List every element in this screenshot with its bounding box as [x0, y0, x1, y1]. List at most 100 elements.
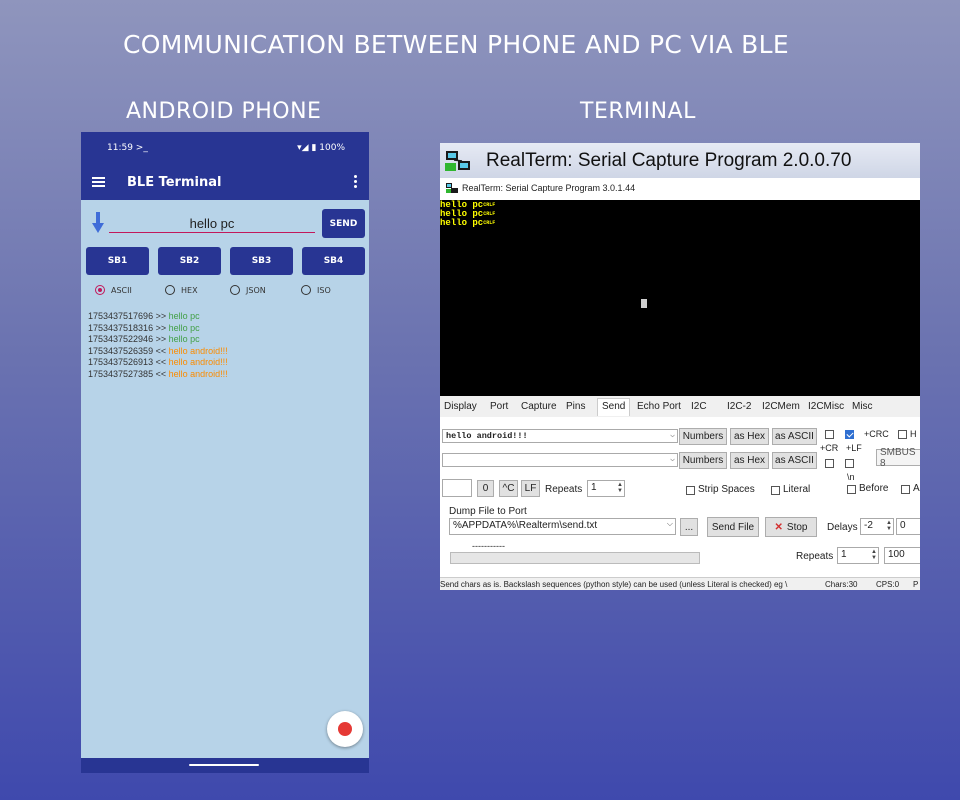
radio-hex[interactable]: HEX: [165, 284, 198, 296]
tab-i2c-2[interactable]: I2C-2: [727, 401, 751, 412]
log-line: 1753437517696 >> hello pc: [88, 311, 200, 321]
log-line: 1753437526913 << hello android!!!: [88, 357, 228, 367]
delays-label: Delays: [827, 522, 858, 533]
tab-pins[interactable]: Pins: [566, 401, 585, 412]
terminal-caption: TERMINAL: [580, 99, 696, 124]
literal-checkbox[interactable]: [771, 486, 780, 495]
tab-i2cmisc[interactable]: I2CMisc: [808, 401, 844, 412]
plus-cr-checkbox[interactable]: [825, 430, 834, 439]
radio-ascii-label: ASCII: [111, 285, 132, 295]
arrow-down-icon[interactable]: [91, 212, 105, 234]
chevron-down-icon[interactable]: ⌵: [670, 430, 675, 440]
radio-hex-label: HEX: [181, 285, 198, 295]
terminal-cursor: [641, 299, 647, 308]
terminal-display[interactable]: hello pcCRLF hello pcCRLF hello pcCRLF: [440, 200, 920, 396]
tab-misc[interactable]: Misc: [852, 401, 873, 412]
status-bar: Send chars as is. Backslash sequences (p…: [440, 577, 920, 590]
plus-cr-checkbox-2[interactable]: [825, 459, 834, 468]
lf-button[interactable]: LF: [521, 480, 540, 497]
h-checkbox[interactable]: [898, 430, 907, 439]
send-button[interactable]: SEND: [322, 209, 365, 238]
literal-label: Literal: [783, 484, 811, 495]
tab-capture[interactable]: Capture: [521, 401, 557, 412]
radio-ascii-indicator: [95, 285, 105, 295]
stop-button[interactable]: ✕ Stop: [765, 517, 817, 537]
app-title: BLE Terminal: [127, 175, 222, 190]
send-as-ascii-button-1[interactable]: as ASCII: [772, 428, 817, 445]
menu-icon[interactable]: [92, 177, 105, 187]
char-input[interactable]: [442, 479, 472, 497]
plus-lf-checkbox[interactable]: [845, 430, 854, 439]
log-line: 1753437518316 >> hello pc: [88, 322, 200, 333]
ctrl-c-button[interactable]: ^C: [499, 480, 518, 497]
repeats-spinner-2[interactable]: 1 ▲ ▼: [837, 547, 879, 564]
sb3-button[interactable]: SB3: [230, 247, 293, 275]
repeats-count-field[interactable]: 100: [884, 547, 920, 564]
send-input-2[interactable]: ⌵: [442, 453, 678, 467]
repeats-spinner[interactable]: 1 ▲ ▼: [587, 480, 625, 497]
send-as-ascii-button-2[interactable]: as ASCII: [772, 452, 817, 469]
repeats-label: Repeats: [545, 484, 583, 495]
status-indicators: ▾◢ ▮ 100%: [297, 143, 345, 153]
dump-file-path[interactable]: %APPDATA%\Realterm\send.txt ⌵: [449, 518, 676, 535]
sb1-button[interactable]: SB1: [86, 247, 149, 275]
tab-display[interactable]: Display: [444, 401, 477, 412]
log-line: 1753437522946 >> hello pc: [88, 334, 200, 344]
terminal-output: hello pcCRLF hello pcCRLF hello pcCRLF: [440, 201, 495, 228]
page-title: COMMUNICATION BETWEEN PHONE AND PC VIA B…: [123, 30, 789, 59]
before-label: Before: [859, 483, 889, 494]
home-gesture-handle[interactable]: [189, 764, 259, 766]
radio-json[interactable]: JSON: [230, 284, 266, 296]
log-line: 1753437526359 << hello android!!!: [88, 345, 228, 356]
send-as-hex-button-2[interactable]: as Hex: [730, 452, 769, 469]
browse-button[interactable]: ...: [680, 518, 698, 536]
send-as-hex-button-1[interactable]: as Hex: [730, 428, 769, 445]
sb4-button[interactable]: SB4: [302, 247, 365, 275]
chevron-down-icon[interactable]: ⌵: [667, 519, 673, 529]
radio-hex-indicator: [165, 285, 175, 295]
radio-iso[interactable]: ISO: [301, 284, 331, 296]
after-checkbox[interactable]: [901, 485, 910, 494]
tab-bar: Display Port Capture Pins Send Echo Port…: [440, 398, 920, 418]
realterm-banner-title: RealTerm: Serial Capture Program 2.0.0.7…: [486, 150, 852, 171]
before-checkbox[interactable]: [847, 485, 856, 494]
dump-file-label: Dump File to Port: [449, 506, 527, 517]
send-file-button[interactable]: Send File: [707, 517, 759, 537]
zero-button[interactable]: 0: [477, 480, 494, 497]
send-numbers-button-2[interactable]: Numbers: [679, 452, 727, 469]
plus-cr-label: +CR: [820, 443, 839, 453]
send-input-1[interactable]: hello android!!! ⌵: [442, 429, 678, 443]
more-options-icon[interactable]: [354, 175, 358, 190]
dump-progress-bar: [450, 552, 700, 564]
plus-lf-label: +LF: [846, 443, 862, 453]
strip-spaces-checkbox[interactable]: [686, 486, 695, 495]
tab-send[interactable]: Send: [597, 398, 631, 416]
status-hint: Send chars as is. Backslash sequences (p…: [440, 580, 788, 589]
crlf-glyph: CRLF: [483, 220, 496, 226]
realterm-logo-icon: [445, 151, 470, 171]
chevron-down-icon[interactable]: ⌵: [670, 454, 675, 464]
delay-spinner-1[interactable]: -2 ▲ ▼: [860, 518, 894, 535]
h-label: H: [910, 429, 917, 439]
tab-i2cmem[interactable]: I2CMem: [762, 401, 800, 412]
realterm-window: RealTerm: Serial Capture Program 2.0.0.7…: [440, 143, 920, 590]
status-time: 11:59 >_: [107, 143, 148, 153]
tab-echo-port[interactable]: Echo Port: [637, 401, 681, 412]
radio-ascii[interactable]: ASCII: [95, 284, 132, 296]
smbus-select[interactable]: SMBUS 8: [876, 447, 920, 469]
record-icon: [338, 722, 352, 736]
log-line: 1753437527385 << hello android!!!: [88, 368, 228, 379]
sb2-button[interactable]: SB2: [158, 247, 221, 275]
tab-port[interactable]: Port: [490, 401, 508, 412]
close-icon: ✕: [774, 521, 783, 533]
send-numbers-button-1[interactable]: Numbers: [679, 428, 727, 445]
record-button[interactable]: [327, 711, 363, 747]
send-panel: hello android!!! ⌵ Numbers as Hex as ASCI…: [440, 417, 920, 577]
app-icon: [446, 183, 458, 193]
delay-spinner-2[interactable]: 0: [896, 518, 920, 535]
message-input[interactable]: [109, 214, 315, 233]
plus-lf-checkbox-2[interactable]: [845, 459, 854, 468]
tab-i2c[interactable]: I2C: [691, 401, 707, 412]
radio-iso-indicator: [301, 285, 311, 295]
radio-json-indicator: [230, 285, 240, 295]
